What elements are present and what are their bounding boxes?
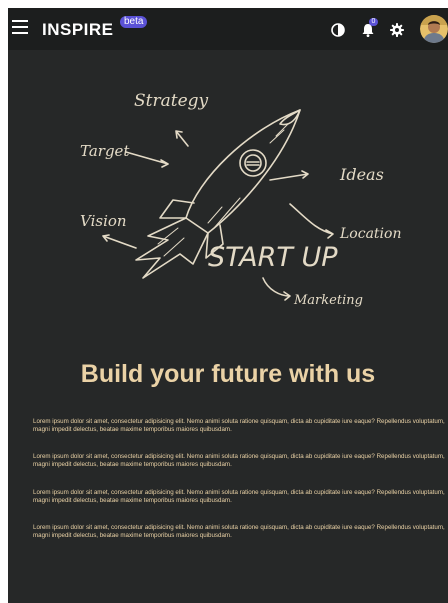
brand-name[interactable]: INSPIRE (42, 20, 114, 40)
hero-title: Build your future with us (80, 360, 376, 388)
rocket-flame (135, 217, 209, 279)
beta-badge: beta (120, 16, 148, 28)
startup-rocket-illustration: Strategy Target Vision Ideas Location Ma… (80, 91, 401, 308)
sketch-label-marketing: Marketing (293, 293, 363, 308)
body-paragraph-1: Lorem ipsum dolor sit amet, consectetur … (33, 418, 445, 433)
app-window: INSPIRE beta 0 Strategy Target Vision Id… (8, 8, 448, 603)
body-paragraph-3: Lorem ipsum dolor sit amet, consectetur … (33, 489, 445, 504)
sketch-label-location: Location (339, 226, 401, 242)
contrast-icon[interactable] (330, 22, 346, 38)
notification-count-badge: 0 (369, 18, 378, 26)
sketch-label-target: Target (80, 142, 130, 160)
user-avatar[interactable] (420, 15, 448, 43)
body-paragraph-2: Lorem ipsum dolor sit amet, consectetur … (33, 453, 445, 468)
gear-icon[interactable] (389, 22, 405, 38)
sketch-label-strategy: Strategy (134, 91, 209, 111)
rocket-window (239, 149, 267, 177)
sketch-label-vision: Vision (80, 212, 127, 230)
sketch-label-ideas: Ideas (339, 165, 384, 184)
sketch-label-startup: START UP (208, 242, 338, 273)
hamburger-menu-icon[interactable] (12, 20, 28, 36)
body-paragraph-4: Lorem ipsum dolor sit amet, consectetur … (33, 524, 445, 539)
top-navigation-bar: INSPIRE beta 0 (8, 8, 448, 50)
notifications-button[interactable]: 0 (360, 18, 378, 38)
